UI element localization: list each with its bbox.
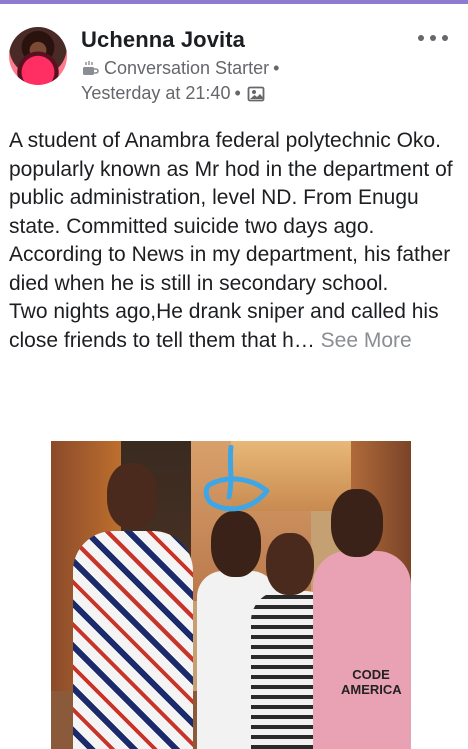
coffee-cup-icon [81, 60, 99, 78]
arrow-marker-icon [203, 445, 270, 512]
top-accent-bar [0, 0, 468, 4]
photo-person-body [73, 531, 193, 749]
shirt-text-line: AMERICA [341, 682, 402, 697]
shirt-print: CODE AMERICA [341, 667, 402, 697]
post-timestamp[interactable]: Yesterday at 21:40 [81, 83, 230, 104]
separator-dot: • [273, 58, 280, 78]
post-photo[interactable]: CODE AMERICA [51, 441, 411, 749]
see-more-link[interactable]: See More [321, 329, 412, 352]
photo-person-head [266, 533, 314, 595]
badge-label[interactable]: Conversation Starter [104, 58, 269, 79]
post-body: A student of Anambra federal polytechnic… [9, 127, 461, 355]
separator-dot: • [234, 83, 241, 103]
photo-person-head [107, 463, 157, 529]
photo-album-icon[interactable] [247, 85, 265, 103]
author-name[interactable]: Uchenna Jovita [81, 27, 245, 53]
photo-person-body [313, 551, 411, 749]
more-options-button[interactable] [418, 28, 448, 48]
shirt-text-line: CODE [352, 667, 390, 682]
post-text: A student of Anambra federal polytechnic… [9, 129, 453, 352]
more-options-icon-dot [430, 35, 436, 41]
more-options-icon-dot [442, 35, 448, 41]
photo-person-head [331, 489, 383, 557]
badge-row: Conversation Starter • [81, 58, 283, 79]
post-meta: Yesterday at 21:40 • [81, 83, 265, 104]
author-avatar[interactable] [9, 27, 67, 85]
more-options-icon-dot [418, 35, 424, 41]
